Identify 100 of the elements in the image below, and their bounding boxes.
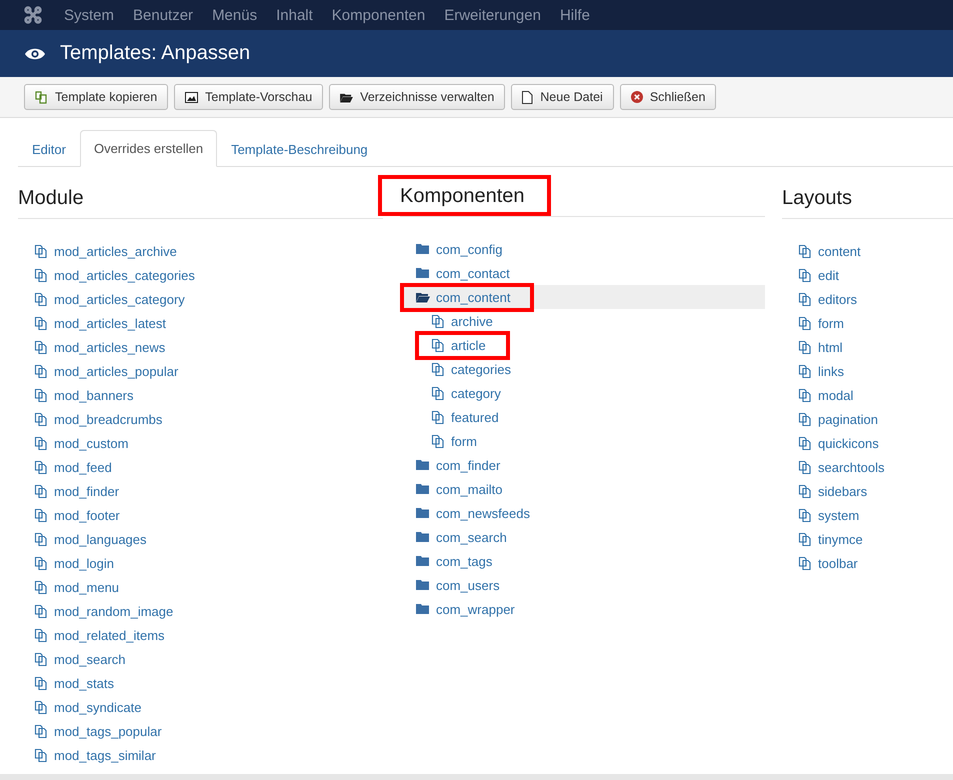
file-link[interactable]: mod_articles_popular — [54, 364, 178, 378]
file-link[interactable]: form — [818, 316, 844, 330]
files-icon — [431, 386, 445, 400]
files-icon — [34, 724, 48, 738]
folder-link[interactable]: com_contact — [436, 266, 510, 280]
file-link[interactable]: mod_breadcrumbs — [54, 412, 162, 426]
files-icon — [431, 362, 445, 376]
folder-link[interactable]: com_finder — [436, 458, 500, 472]
folder-link[interactable]: com_content — [436, 290, 510, 304]
file-link[interactable]: mod_tags_popular — [54, 724, 162, 738]
file-link[interactable]: toolbar — [818, 556, 858, 570]
file-link[interactable]: mod_related_items — [54, 628, 165, 642]
menu-item[interactable]: Inhalt — [276, 6, 313, 24]
file-link[interactable]: mod_menu — [54, 580, 120, 594]
files-icon — [34, 316, 48, 330]
file-icon — [522, 90, 534, 104]
file-link[interactable]: mod_search — [54, 652, 126, 666]
menu-item[interactable]: Erweiterungen — [444, 6, 541, 24]
menu-item[interactable]: Hilfe — [560, 6, 590, 24]
file-link[interactable]: mod_feed — [54, 460, 112, 474]
file-link[interactable]: system — [818, 508, 860, 522]
file-link[interactable]: mod_footer — [54, 508, 120, 522]
toolbar-button[interactable]: Neue Datei — [511, 84, 614, 110]
tab[interactable]: Overrides erstellen — [80, 130, 218, 167]
column-heading: Module — [18, 186, 84, 211]
folder-link[interactable]: com_tags — [436, 554, 492, 568]
file-link[interactable]: article — [451, 338, 486, 352]
logo-icon[interactable] — [24, 6, 42, 24]
selected-row[interactable]: com_content — [400, 285, 765, 309]
file-link[interactable]: form — [451, 434, 477, 448]
copy-icon — [35, 90, 48, 104]
files-icon — [34, 700, 48, 714]
files-icon — [431, 434, 445, 448]
file-link[interactable]: quickicons — [818, 436, 879, 450]
files-icon — [798, 292, 812, 306]
file-link[interactable]: editors — [818, 292, 858, 306]
files-icon — [34, 364, 48, 378]
file-link[interactable]: mod_random_image — [54, 604, 174, 618]
files-icon — [34, 508, 48, 522]
files-icon — [34, 556, 48, 570]
tab[interactable]: Editor — [18, 130, 80, 167]
folder-link[interactable]: com_wrapper — [436, 602, 515, 616]
files-icon — [34, 484, 48, 498]
file-link[interactable]: pagination — [818, 412, 878, 426]
column-heading: Layouts — [782, 186, 852, 211]
file-link[interactable]: mod_articles_categories — [54, 268, 195, 282]
files-icon — [34, 532, 48, 546]
file-link[interactable]: archive — [451, 314, 493, 328]
menu-item[interactable]: Menüs — [212, 6, 258, 24]
close-icon — [630, 91, 643, 103]
file-link[interactable]: searchtools — [818, 460, 884, 474]
files-icon — [798, 460, 812, 474]
file-link[interactable]: content — [818, 244, 861, 258]
toolbar-button[interactable]: Schließen — [620, 84, 716, 110]
file-link[interactable]: mod_articles_category — [54, 292, 185, 306]
folder-link[interactable]: com_users — [436, 578, 500, 592]
file-link[interactable]: modal — [818, 388, 854, 402]
folder-link[interactable]: com_mailto — [436, 482, 502, 496]
toolbar-button[interactable]: Template-Vorschau — [174, 84, 324, 110]
file-link[interactable]: mod_banners — [54, 388, 134, 402]
file-link[interactable]: tinymce — [818, 532, 863, 546]
file-link[interactable]: categories — [451, 362, 511, 376]
file-link[interactable]: mod_articles_news — [54, 340, 166, 354]
eye-icon — [24, 46, 46, 60]
file-link[interactable]: sidebars — [818, 484, 868, 498]
file-link[interactable]: category — [451, 386, 501, 400]
file-link[interactable]: mod_languages — [54, 532, 147, 546]
files-icon — [34, 268, 48, 282]
file-link[interactable]: mod_articles_archive — [54, 244, 177, 258]
folder-link[interactable]: com_config — [436, 242, 502, 256]
files-icon — [34, 388, 48, 402]
toolbar-button[interactable]: Template kopieren — [24, 84, 168, 110]
menu-item[interactable]: Benutzer — [133, 6, 194, 24]
file-link[interactable]: mod_articles_latest — [54, 316, 166, 330]
file-link[interactable]: links — [818, 364, 844, 378]
folder-link[interactable]: com_newsfeeds — [436, 506, 530, 520]
tab[interactable]: Template-Beschreibung — [217, 130, 382, 167]
files-icon — [34, 676, 48, 690]
file-link[interactable]: html — [818, 340, 843, 354]
files-icon — [798, 532, 812, 546]
file-link[interactable]: mod_syndicate — [54, 700, 142, 714]
file-link[interactable]: mod_stats — [54, 676, 114, 690]
folder-link[interactable]: com_search — [436, 530, 507, 544]
file-link[interactable]: mod_custom — [54, 436, 128, 450]
file-link[interactable]: mod_tags_similar — [54, 748, 156, 762]
files-icon — [798, 244, 812, 258]
files-icon — [34, 292, 48, 306]
files-icon — [798, 316, 812, 330]
files-icon — [798, 364, 812, 378]
file-link[interactable]: edit — [818, 268, 839, 282]
file-link[interactable]: mod_finder — [54, 484, 120, 498]
image-icon — [185, 92, 198, 102]
files-icon — [798, 412, 812, 426]
menu-item[interactable]: System — [64, 6, 114, 24]
file-link[interactable]: mod_login — [54, 556, 114, 570]
menu-item[interactable]: Komponenten — [332, 6, 426, 24]
file-link[interactable]: featured — [451, 410, 499, 424]
toolbar-button[interactable]: Verzeichnisse verwalten — [329, 84, 506, 110]
files-icon — [431, 314, 445, 328]
files-icon — [798, 508, 812, 522]
